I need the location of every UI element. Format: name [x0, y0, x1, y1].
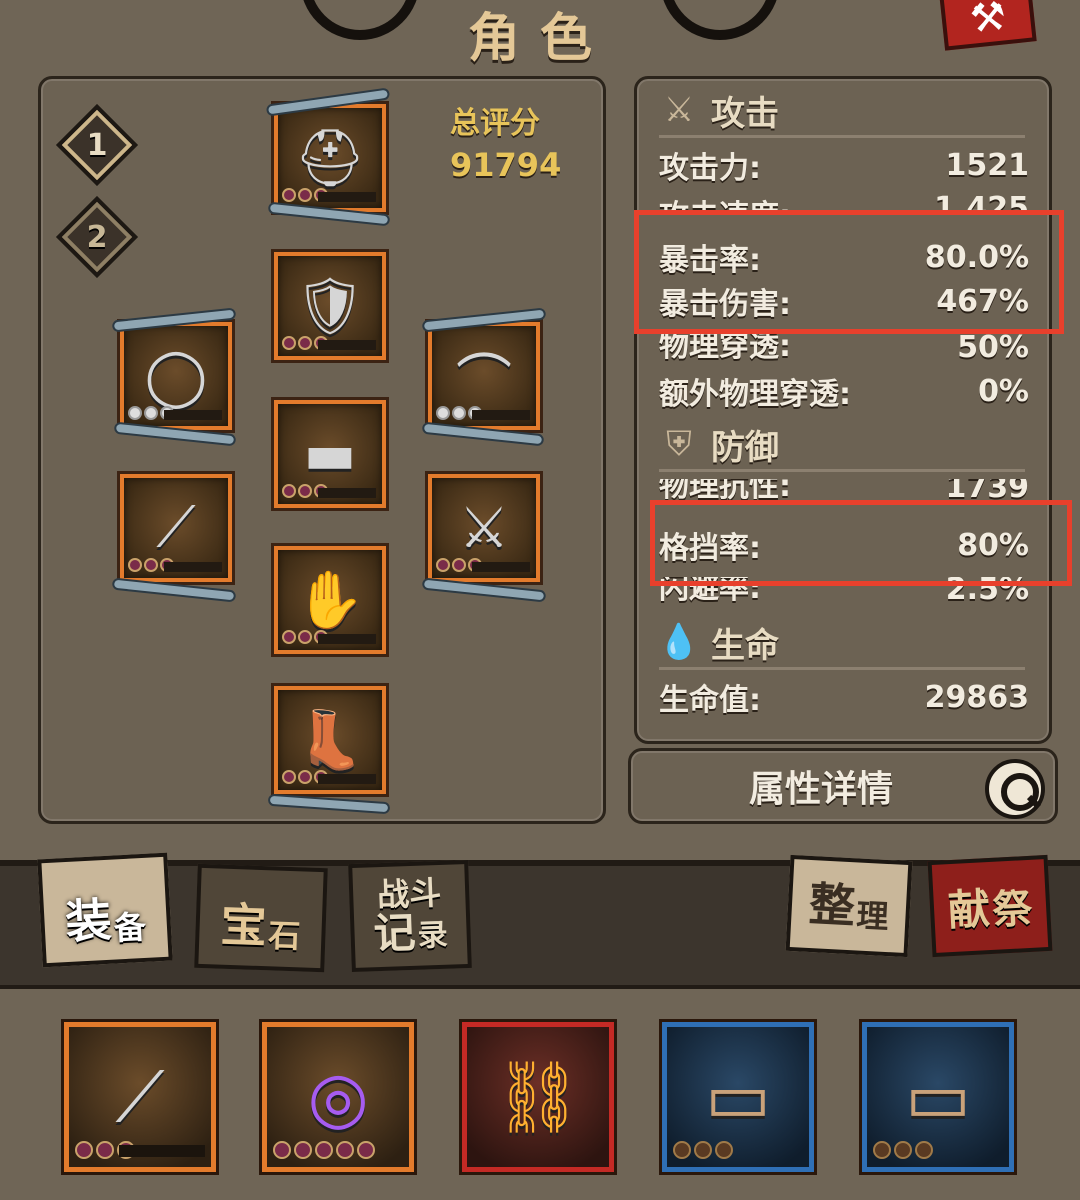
- stat-value: 0%: [978, 373, 1029, 409]
- tab-label-main: 装: [64, 892, 113, 950]
- inventory-item[interactable]: ⟋: [64, 1022, 216, 1172]
- equip-slot-ring[interactable]: ◯: [120, 322, 232, 430]
- tab-label-sub: 祭: [991, 885, 1034, 934]
- equip-slot-boots[interactable]: 👢: [274, 686, 386, 794]
- tab-label-main: 整: [807, 876, 857, 934]
- shield-icon: ⛨: [666, 424, 692, 464]
- stats-panel[interactable]: ⚔ 攻击 攻击力: 1521 攻击速度: 1.425 暴击率: 80.0% 暴击…: [634, 76, 1052, 744]
- section-title: 防御: [711, 427, 779, 468]
- total-score-value: 91794: [450, 146, 562, 184]
- tab-label-main: 宝: [219, 897, 268, 954]
- stat-value: 29863: [924, 679, 1029, 715]
- divider: [659, 667, 1025, 670]
- tab-label-sub: 备: [112, 907, 147, 948]
- burning-chain-icon: ⛓: [493, 1055, 583, 1138]
- tab-organize[interactable]: 整 理: [785, 854, 913, 958]
- equip-slot-belt[interactable]: ▬: [274, 400, 386, 508]
- stat-row: 攻击力: 1521: [659, 145, 1030, 187]
- page-title: 角色: [467, 9, 612, 69]
- hammer-close-icon: ⚒: [967, 0, 1009, 43]
- inventory-item[interactable]: ◎: [262, 1022, 414, 1172]
- block-highlight-box: [650, 500, 1072, 586]
- stat-row: 生命值: 29863: [659, 677, 1029, 719]
- stat-value: 50%: [957, 331, 1029, 365]
- inventory-item[interactable]: ⛓: [462, 1022, 614, 1172]
- gem-sockets: [273, 1141, 375, 1159]
- tab-label-sub: 理: [855, 896, 890, 937]
- section-title: 生命: [711, 625, 779, 666]
- crossed-swords-icon: ⚔: [663, 90, 695, 130]
- equip-slot-armor[interactable]: 🛡: [274, 252, 386, 360]
- gem-sockets: [673, 1141, 733, 1159]
- tab-label-sub: 录: [417, 917, 449, 954]
- stat-label: 额外物理穿透:: [659, 377, 851, 412]
- defense-section-header: ⛨ 防御: [659, 419, 779, 469]
- equip-slot-necklace[interactable]: ⌒: [428, 322, 540, 430]
- divider: [659, 469, 1025, 472]
- attack-section-header: ⚔ 攻击: [659, 85, 779, 135]
- total-score-label: 总评分: [450, 106, 540, 141]
- search-icon[interactable]: [985, 759, 1045, 819]
- stat-label: 物理穿透:: [659, 331, 791, 364]
- equip-slot-weapon-left[interactable]: ⟋: [120, 474, 232, 582]
- inventory-item[interactable]: ▭: [862, 1022, 1014, 1172]
- equip-slot-weapon-right[interactable]: ⚔: [428, 474, 540, 582]
- top-bar: 角色 ⚒: [0, 0, 1080, 69]
- attribute-details-button[interactable]: 属性详情: [628, 748, 1058, 824]
- tab-equipment[interactable]: 装 备: [37, 852, 173, 968]
- tab-battle-log[interactable]: 战斗 记 录: [348, 859, 472, 973]
- gem-sockets: [873, 1141, 933, 1159]
- tab-label-line1: 战斗: [376, 873, 442, 915]
- equip-slot-helmet[interactable]: ⛑: [274, 104, 386, 212]
- attribute-details-label: 属性详情: [748, 769, 893, 810]
- divider: [659, 135, 1025, 138]
- inventory-item[interactable]: ▭: [662, 1022, 814, 1172]
- loadout-tab-label: 1: [86, 127, 108, 163]
- stat-value: 1521: [945, 147, 1030, 183]
- crit-highlight-box: [634, 210, 1064, 334]
- equip-slot-gloves[interactable]: ✋: [274, 546, 386, 654]
- life-section-header: 💧 生命: [657, 617, 779, 667]
- section-title: 攻击: [711, 93, 779, 134]
- blood-drop-icon: 💧: [657, 622, 701, 662]
- tab-sacrifice[interactable]: 献 祭: [927, 854, 1053, 958]
- tab-gems[interactable]: 宝 石: [194, 863, 328, 973]
- loadout-tab-label: 2: [86, 219, 108, 255]
- tab-label-main: 记: [372, 907, 417, 959]
- tab-label-main: 献: [946, 884, 992, 936]
- tab-label-sub: 石: [267, 916, 302, 956]
- stat-row: 额外物理穿透: 0%: [659, 371, 1029, 413]
- stat-label: 生命值:: [659, 683, 761, 718]
- stat-row: 物理穿透: 50%: [659, 331, 1029, 365]
- stat-label: 攻击力:: [659, 151, 761, 186]
